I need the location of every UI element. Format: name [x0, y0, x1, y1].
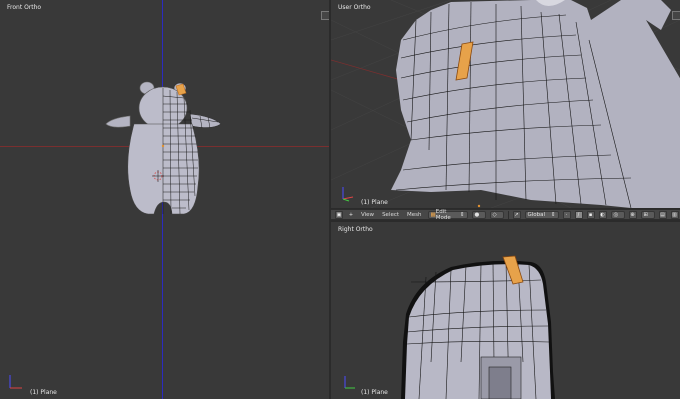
snap-element-select[interactable]: ⊞: [640, 210, 655, 219]
menu-mesh[interactable]: Mesh: [405, 212, 423, 218]
viewport-right-ortho[interactable]: Right Ortho (1) Plane: [331, 222, 680, 399]
occlude-geometry-icon[interactable]: ◐: [598, 210, 607, 219]
viewport-corner-widget[interactable]: [321, 11, 329, 20]
snap-icon[interactable]: ⊕: [628, 210, 637, 219]
bear-mesh-front[interactable]: [0, 0, 329, 399]
chevron-icon: ⇕: [550, 211, 556, 218]
viewport-shading-select[interactable]: ●: [471, 210, 486, 219]
edge-select-icon[interactable]: /: [574, 210, 583, 219]
opengl-render-icon[interactable]: ▤: [658, 210, 667, 219]
separator: [507, 210, 509, 219]
face-select-icon[interactable]: ▪: [586, 210, 595, 219]
menu-view[interactable]: View: [359, 212, 376, 218]
transform-orientation-select[interactable]: Global ⇕: [524, 210, 559, 219]
active-object-label-right: (1) Plane: [361, 389, 388, 396]
viewport-label-front: Front Ortho: [7, 4, 42, 11]
viewport-label-user: User Ortho: [338, 4, 371, 11]
orientation-value: Global: [527, 211, 546, 218]
axis-gizmo-icon: [342, 187, 354, 202]
pivot-icon: ◇: [492, 211, 497, 218]
manipulator-icon[interactable]: ↗: [512, 210, 521, 219]
mode-select[interactable]: ▦ Edit Mode ⇕: [427, 208, 468, 221]
grid-floor: [331, 0, 680, 208]
viewport-front-ortho[interactable]: Front Ortho (1) Plane: [0, 0, 329, 399]
active-object-label-front: (1) Plane: [30, 389, 57, 396]
vertex-select-icon[interactable]: ·: [562, 210, 571, 219]
viewport-user-ortho[interactable]: User Ortho (1) Plane: [331, 0, 680, 208]
axis-gizmo-icon: [344, 376, 355, 389]
snap-element-icon: ⊞: [643, 211, 649, 218]
opengl-anim-icon[interactable]: ▥: [670, 210, 679, 219]
bear-mesh-right[interactable]: [331, 222, 680, 399]
pivot-point-select[interactable]: ◇: [489, 210, 504, 219]
proportional-edit-select[interactable]: ◎: [610, 210, 625, 219]
mode-value: Edit Mode: [435, 208, 451, 221]
editor-type-icon[interactable]: ▣: [335, 210, 343, 219]
proportional-edit-icon: ◎: [613, 211, 619, 218]
axis-gizmo-icon: [9, 375, 22, 389]
viewport-label-right: Right Ortho: [338, 226, 373, 233]
view3d-header: ▣ + View Select Mesh ▦ Edit Mode ⇕ ● ◇ ↗…: [331, 208, 680, 221]
viewport-corner-widget[interactable]: [672, 11, 680, 20]
active-object-label-user: (1) Plane: [361, 199, 388, 206]
shading-sphere-icon: ●: [474, 211, 480, 218]
collapse-menu-icon[interactable]: +: [347, 210, 355, 219]
menu-select[interactable]: Select: [380, 212, 401, 218]
chevron-icon: ⇕: [459, 211, 465, 218]
